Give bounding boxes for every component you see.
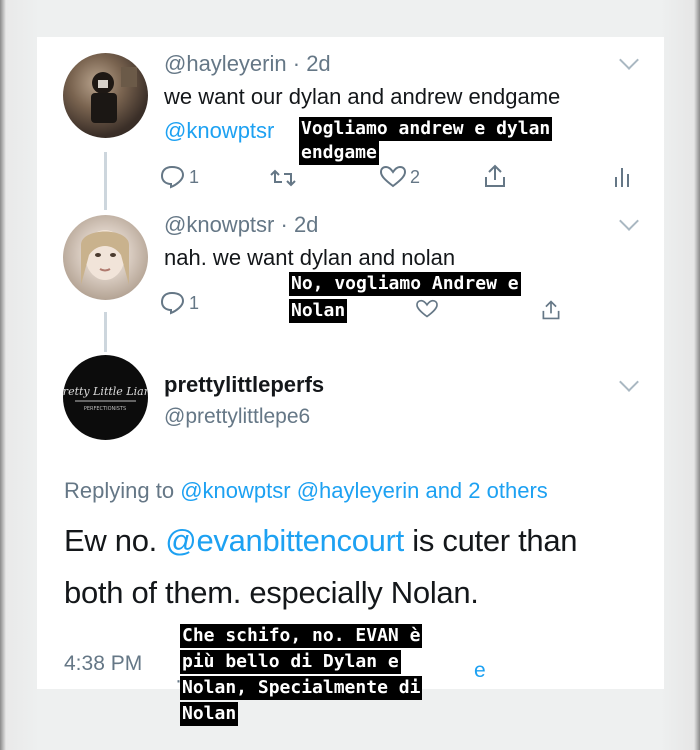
reply-others-link[interactable]: and 2 others <box>425 478 547 503</box>
tweet3-caption-line2: più bello di Dylan e <box>180 650 401 674</box>
analytics-icon[interactable] <box>613 165 631 189</box>
tweet1-like-count: 2 <box>410 167 421 187</box>
reply-icon[interactable] <box>160 165 186 189</box>
tweet3-caption-line1: Che schifo, no. EVAN è <box>180 624 423 648</box>
tweet3-handle[interactable]: @prettylittlepe6 <box>164 405 310 429</box>
tweet1-handle[interactable]: @hayleyerin · 2d <box>164 51 331 77</box>
retweet-icon[interactable] <box>269 167 297 189</box>
tweet-thread-card: @hayleyerin · 2d we want our dylan and a… <box>37 37 664 692</box>
tweet1-mention[interactable]: @knowptsr <box>164 118 274 144</box>
svg-text:PERFECTIONISTS: PERFECTIONISTS <box>84 406 126 412</box>
reply-icon[interactable] <box>160 291 186 315</box>
tweet2-text: nah. we want dylan and nolan <box>164 245 456 270</box>
replying-to-line: Replying to @knowptsr @hayleyerin and 2 … <box>64 478 548 503</box>
svg-text:Pretty Little Liars: Pretty Little Liars <box>63 385 148 398</box>
tweet2-caption-line2: Nolan <box>289 299 348 323</box>
tweet2-handle[interactable]: @knowptsr · 2d <box>164 212 318 238</box>
tweet3-text-line1: Ew no. @evanbittencourt is cuter than <box>64 523 578 558</box>
tweet1-caption-line2: endgame <box>299 141 379 165</box>
avatar-hayleyerin[interactable] <box>63 53 148 138</box>
tweet3-caption-line3: Nolan, Specialmente di <box>180 676 423 700</box>
caption-overlap-letter: e <box>474 659 486 682</box>
tweet1-text: we want our dylan and andrew endgame <box>164 84 561 109</box>
avatar-prettylittleperfs[interactable]: Pretty Little Liars PERFECTIONISTS <box>63 355 148 440</box>
chevron-down-icon[interactable] <box>619 372 639 392</box>
heart-icon[interactable] <box>379 165 407 189</box>
reply-mention-knowptsr[interactable]: @knowptsr <box>180 478 290 503</box>
heart-icon[interactable] <box>414 299 440 319</box>
avatar-knowptsr[interactable] <box>63 215 148 300</box>
mention-evanbittencourt[interactable]: @evanbittencourt <box>165 523 404 558</box>
thread-line <box>104 312 107 352</box>
tweet3-display-name[interactable]: prettylittleperfs <box>164 372 324 398</box>
tweet1-reply-count: 1 <box>189 167 200 187</box>
share-icon[interactable] <box>539 299 563 321</box>
tweet3-text-line2: both of them. especially Nolan. <box>64 575 479 610</box>
chevron-down-icon[interactable] <box>619 50 639 70</box>
tweet1-caption-line1: Vogliamo andrew e dylan <box>299 117 553 141</box>
tweet2-caption-line1: No, vogliamo Andrew e <box>289 272 521 296</box>
chevron-down-icon[interactable] <box>619 211 639 231</box>
tweet3-caption-line4: Nolan <box>180 702 239 726</box>
tweet2-reply-count: 1 <box>189 293 200 313</box>
tweet3-timestamp[interactable]: 4:38 PM <box>64 652 142 676</box>
thread-line <box>104 152 107 210</box>
share-icon[interactable] <box>483 163 507 189</box>
reply-mention-hayleyerin[interactable]: @hayleyerin <box>297 478 420 503</box>
